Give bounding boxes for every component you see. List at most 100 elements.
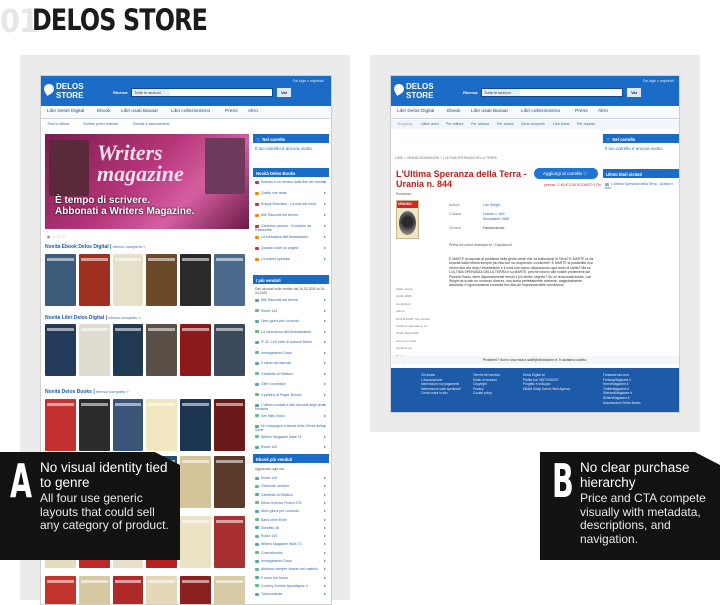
- list-item[interactable]: Robot 100 ▸: [255, 445, 327, 449]
- search-input[interactable]: Tutte le sezioni: [481, 88, 623, 97]
- list-item[interactable]: Il corvo del futuro ▸: [255, 575, 327, 580]
- footer-link[interactable]: Come usare lo sito: [421, 391, 461, 396]
- book-cover[interactable]: [45, 576, 76, 604]
- nav-delos-digital[interactable]: Libri Delos Digital: [397, 109, 434, 114]
- login-link[interactable]: Fai login o registrati: [293, 79, 324, 83]
- footer-link[interactable]: Cookie policy: [473, 391, 500, 396]
- list-item[interactable]: 666 Racconti del terrore ▸: [255, 213, 327, 217]
- subnav-reparto[interactable]: Per reparto: [577, 122, 595, 126]
- list-item[interactable]: Immaginando Gaza ▸: [255, 350, 327, 355]
- nav-collezionismo[interactable]: Libri collezionismo: [171, 109, 210, 114]
- recent-item[interactable]: L'Ultima Speranza della Terra - Urania n…: [605, 182, 677, 190]
- nav-ebook[interactable]: Ebook: [447, 109, 461, 114]
- list-item[interactable]: Gioelletto di Shelluio ▸: [255, 371, 327, 376]
- footer-link[interactable]: Termini del servizio: [473, 373, 500, 378]
- subnav-premi[interactable]: Scrittori premi letterari: [83, 122, 118, 126]
- book-cover[interactable]: [45, 254, 76, 306]
- add-to-cart-button[interactable]: Aggiungi al carrello 🛒: [534, 168, 598, 179]
- nav-altro[interactable]: Altro: [248, 109, 258, 114]
- nav-ebook[interactable]: Ebook: [97, 109, 111, 114]
- list-item[interactable]: Dieci giorni per Lucrezia ▸: [255, 319, 327, 323]
- book-cover[interactable]: [112, 576, 144, 604]
- search-input[interactable]: Tutte le sezioni: [131, 88, 273, 97]
- more-link[interactable]: elenco completo »: [108, 315, 140, 320]
- subnav-offerta[interactable]: Titoli in offerta: [47, 122, 69, 126]
- search-button[interactable]: Vai: [627, 88, 641, 97]
- subnav-editore[interactable]: Per editore: [446, 122, 464, 126]
- list-item[interactable]: Immaginando Gaza ▸: [255, 559, 327, 563]
- list-item[interactable]: Cosmatomica ▸: [255, 550, 327, 555]
- subnav-arte[interactable]: Libri d'arte: [553, 122, 570, 126]
- book-cover[interactable]: [112, 399, 144, 451]
- list-item[interactable]: Oltre l'orchestra ▸: [255, 382, 327, 386]
- list-item[interactable]: La mercatura dell'Ambasciator ▸: [255, 235, 327, 239]
- list-item[interactable]: Transumanze ▸: [255, 592, 327, 596]
- book-cover[interactable]: [146, 576, 178, 604]
- nav-bazaar[interactable]: Libri usati Bazaar: [121, 109, 158, 114]
- list-item[interactable]: Robot 103 ▸: [255, 534, 327, 538]
- list-item[interactable]: Cammino piccolo - Cronache da Rassenthe ▸: [255, 224, 327, 232]
- book-cover[interactable]: [146, 399, 178, 451]
- book-cover[interactable]: [45, 324, 76, 376]
- subnav-ultimi[interactable]: Ultimi arrivi: [421, 122, 439, 126]
- book-cover[interactable]: [112, 254, 144, 306]
- list-item[interactable]: Sedotto e un nemico dalla fine del mondo…: [255, 180, 327, 184]
- footer-link[interactable]: DB&M Sitaly Scenic Web Agency: [523, 387, 570, 392]
- book-cover[interactable]: [78, 399, 110, 451]
- login-link[interactable]: Fai login o registrati: [643, 79, 674, 83]
- list-item[interactable]: Abbiamo sempre vissuto nel castello ▸: [255, 567, 327, 571]
- nav-altro[interactable]: Altro: [598, 109, 608, 114]
- list-item[interactable]: Il vaiolo del dannati ▸: [255, 361, 327, 365]
- search-scope-select[interactable]: Tutte le sezioni: [132, 89, 170, 96]
- list-item[interactable]: Quello che resta ▸: [255, 191, 327, 195]
- list-item[interactable]: La cosmo speciale ▸: [255, 257, 327, 261]
- list-item[interactable]: Un compagno a tavola della Senza della S…: [255, 424, 327, 432]
- subnav-collana[interactable]: Per collana: [471, 122, 489, 126]
- store-logo[interactable]: DELOS STORE: [42, 80, 94, 102]
- list-item[interactable]: La meccanica dell'Ambasciatore ▸: [255, 329, 327, 334]
- book-cover[interactable]: [214, 254, 245, 306]
- book-cover[interactable]: [214, 576, 245, 604]
- book-cover[interactable]: [214, 399, 245, 451]
- book-cover[interactable]: [214, 324, 245, 376]
- nav-delos-digital[interactable]: Libri Delos Digital: [47, 109, 84, 114]
- list-item[interactable]: IF 32, 100 lustri di science fiction ▸: [255, 340, 327, 344]
- search-button[interactable]: Vai: [277, 88, 291, 97]
- subnav-autore[interactable]: Per autore: [497, 122, 514, 126]
- book-cover[interactable]: [78, 324, 110, 376]
- nav-collezionismo[interactable]: Libri collezionismo: [521, 109, 560, 114]
- book-cover[interactable]: [180, 456, 212, 508]
- more-link[interactable]: elenco completo »: [96, 389, 128, 394]
- store-logo[interactable]: DELOS STORE: [392, 80, 444, 102]
- carousel-dots[interactable]: ● ○ ○ ○: [47, 234, 65, 239]
- book-cover[interactable]: [78, 254, 110, 306]
- nav-premi[interactable]: Premi: [575, 109, 588, 114]
- list-item[interactable]: Delos Science Fiction 276 ▸: [255, 500, 327, 505]
- book-cover[interactable]: [45, 399, 76, 451]
- breadcrumb[interactable]: LIBRI > URANIA MONDADORI > L'ULTIMA SPER…: [395, 156, 497, 160]
- list-item[interactable]: Robot 104 ▸: [255, 308, 327, 313]
- list-item[interactable]: Orizzonte centrico ▸: [255, 484, 327, 488]
- nav-bazaar[interactable]: Libri usati Bazaar: [471, 109, 508, 114]
- list-item[interactable]: Dorsetto 36 ▸: [255, 525, 327, 530]
- list-item[interactable]: Writers Magazine Italia 73 ▸: [255, 542, 327, 546]
- book-cover[interactable]: [78, 576, 110, 604]
- list-item[interactable]: Country Zombie Apocalypse II ▸: [255, 583, 327, 588]
- list-item[interactable]: Quando cade un angelo ▸: [255, 246, 327, 250]
- product-cover[interactable]: URANIA: [396, 200, 419, 239]
- list-item[interactable]: Band ohne Ende ▸: [255, 517, 327, 522]
- subnav-serie[interactable]: Serie complete: [521, 122, 545, 126]
- book-cover[interactable]: [180, 324, 212, 376]
- list-item[interactable]: L'ultima cordata e altri racconti degli …: [255, 403, 327, 411]
- list-item[interactable]: Krysys Robotsey - La crisi del robot ▸: [255, 202, 327, 206]
- book-cover[interactable]: [180, 254, 212, 306]
- book-cover[interactable]: [180, 516, 212, 568]
- list-item[interactable]: Robot 104 ▸: [255, 476, 327, 480]
- book-cover[interactable]: [180, 576, 212, 604]
- list-item[interactable]: Dieci giorni per Lucrezia ▸: [255, 509, 327, 513]
- hero-banner[interactable]: Writers magazine È tempo di scrivere. Ab…: [45, 134, 249, 229]
- book-cover[interactable]: [146, 254, 178, 306]
- nav-premi[interactable]: Premi: [225, 109, 238, 114]
- list-item[interactable]: Il padrino di Roger Brooks ▸: [255, 392, 327, 397]
- list-item[interactable]: Sex fatto il buio ▸: [255, 413, 327, 418]
